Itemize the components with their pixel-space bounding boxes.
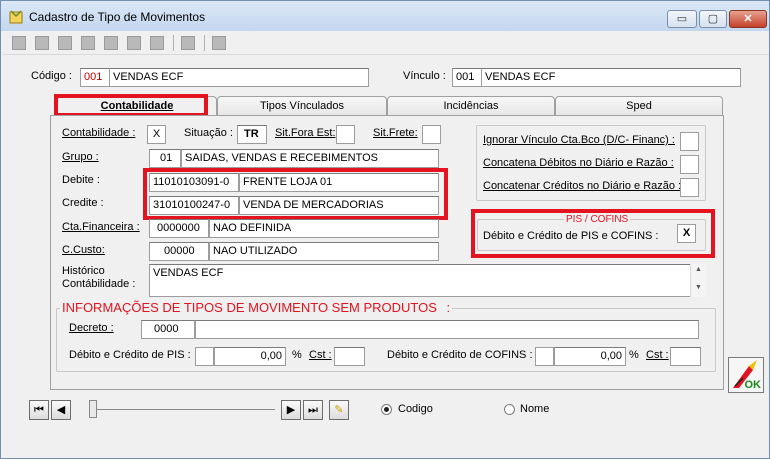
cofins-cst-field[interactable] (670, 347, 701, 366)
title-bar: Cadastro de Tipo de Movimentos ▭ ▢ ✕ (1, 1, 769, 31)
cancel-icon[interactable] (35, 36, 49, 50)
print-icon[interactable] (181, 36, 195, 50)
pis-label: Débito e Crédito de PIS : (69, 349, 191, 361)
sit-frete-label: Sit.Frete: (373, 127, 418, 139)
close-button[interactable]: ✕ (729, 10, 767, 28)
historico-label-line2: Contábilidade : (62, 278, 136, 290)
edit-record-button[interactable]: ✎ (329, 400, 349, 420)
concatenar-creditos-label: Concatenar Créditos no Diário e Razão : (483, 180, 682, 192)
first-record-button[interactable]: ⏮ (29, 400, 49, 420)
ok-label: OK (744, 379, 762, 391)
ok-button[interactable]: OK (728, 357, 764, 393)
ignorar-vinculo-label: Ignorar Vínculo Cta.Bco (D/C- Financ) : (483, 134, 675, 146)
pis-flag-checkbox[interactable] (195, 347, 214, 366)
debite-label: Debite : (62, 174, 100, 186)
sit-fora-est-label: Sit.Fora Est: (275, 127, 336, 139)
edit-icon[interactable] (58, 36, 72, 50)
sort-nome-label[interactable]: Nome (520, 403, 549, 415)
tab-sped[interactable]: Sped (555, 96, 723, 116)
sit-fora-est-checkbox[interactable] (336, 125, 355, 144)
scroll-down-icon[interactable]: ▼ (691, 284, 706, 291)
pis-cofins-highlight (471, 209, 715, 258)
cofins-cst-label: Cst : (646, 349, 669, 361)
record-slider-track (89, 409, 275, 410)
list-icon[interactable] (150, 36, 164, 50)
grupo-desc-field[interactable]: SAIDAS, VENDAS E RECEBIMENTOS (181, 149, 439, 168)
concatena-debitos-checkbox[interactable] (680, 155, 699, 174)
toolbar-separator (173, 35, 174, 51)
debite-credite-highlight (143, 168, 448, 220)
toolbar (3, 31, 769, 55)
cofins-label: Débito e Crédito de COFINS : (387, 349, 533, 361)
cofins-percent-label: % (629, 349, 639, 361)
concatenar-creditos-checkbox[interactable] (680, 178, 699, 197)
situacao-label: Situação : (184, 127, 233, 139)
app-icon (8, 9, 24, 25)
grid-icon[interactable] (127, 36, 141, 50)
record-slider-thumb[interactable] (89, 400, 97, 418)
ignorar-vinculo-checkbox[interactable] (680, 132, 699, 151)
codigo-desc-field[interactable]: VENDAS ECF (109, 68, 369, 87)
decreto-desc-field[interactable] (195, 320, 699, 339)
sem-produtos-title-suffix: : (446, 300, 451, 315)
ccusto-label: C.Custo: (62, 244, 105, 256)
contabilidade-checkbox[interactable]: X (147, 125, 166, 144)
sort-nome-radio[interactable] (504, 404, 515, 415)
pis-cst-label: Cst : (309, 349, 332, 361)
ccusto-desc-field[interactable]: NAO UTILIZADO (209, 242, 439, 261)
maximize-button[interactable]: ▢ (699, 10, 727, 28)
situacao-field[interactable]: TR (237, 125, 267, 144)
cta-financeira-label: Cta.Financeira : (62, 221, 140, 233)
ccusto-code-field[interactable]: 00000 (149, 242, 209, 261)
grupo-code-field[interactable]: 01 (149, 149, 181, 168)
historico-scrollbar[interactable]: ▲ ▼ (690, 264, 706, 297)
active-tab-highlight (54, 94, 208, 117)
minimize-button[interactable]: ▭ (667, 10, 697, 28)
vinculo-code-field[interactable]: 001 (452, 68, 482, 87)
codigo-code-field[interactable]: 001 (80, 68, 110, 87)
cta-financeira-code-field[interactable]: 0000000 (149, 219, 209, 238)
pis-value-field[interactable]: 0,00 (214, 347, 286, 366)
prev-record-button[interactable]: ◀ (51, 400, 71, 420)
exit-icon[interactable] (212, 36, 226, 50)
next-record-button[interactable]: ▶ (281, 400, 301, 420)
scroll-up-icon[interactable]: ▲ (691, 266, 706, 273)
save-icon[interactable] (104, 36, 118, 50)
sem-produtos-title-text: INFORMAÇÕES DE TIPOS DE MOVIMENTO SEM PR… (62, 300, 437, 315)
window-title: Cadastro de Tipo de Movimentos (29, 10, 206, 24)
confirm-icon[interactable] (12, 36, 26, 50)
toolbar-separator (204, 35, 205, 51)
sem-produtos-title: INFORMAÇÕES DE TIPOS DE MOVIMENTO SEM PR… (60, 300, 453, 315)
cofins-flag-checkbox[interactable] (535, 347, 554, 366)
concatena-debitos-label: Concatena Débitos no Diário e Razão : (483, 157, 674, 169)
credite-label: Credite : (62, 197, 104, 209)
sort-codigo-radio[interactable] (381, 404, 392, 415)
main-window: Cadastro de Tipo de Movimentos ▭ ▢ ✕ Cód… (0, 0, 770, 459)
vinculo-label: Vínculo : (403, 70, 446, 82)
sit-frete-checkbox[interactable] (422, 125, 441, 144)
sort-codigo-label[interactable]: Codigo (398, 403, 433, 415)
tab-tipos-vinculados[interactable]: Tipos Vínculados (217, 96, 387, 116)
decreto-code-field[interactable]: 0000 (141, 320, 195, 339)
historico-textarea[interactable]: VENDAS ECF (149, 264, 706, 297)
historico-label-line1: Histórico (62, 265, 105, 277)
pis-cst-field[interactable] (334, 347, 365, 366)
last-record-button[interactable]: ⏭ (303, 400, 323, 420)
image-icon[interactable] (81, 36, 95, 50)
contabilidade-label: Contabilidade : (62, 127, 136, 139)
pis-percent-label: % (292, 349, 302, 361)
codigo-label: Código : (31, 70, 72, 82)
decreto-label: Decreto : (69, 322, 114, 334)
vinculo-desc-field[interactable]: VENDAS ECF (481, 68, 741, 87)
tab-incidencias[interactable]: Incidências (387, 96, 555, 116)
grupo-label: Grupo : (62, 151, 99, 163)
cta-financeira-desc-field[interactable]: NAO DEFINIDA (209, 219, 439, 238)
cofins-value-field[interactable]: 0,00 (554, 347, 626, 366)
